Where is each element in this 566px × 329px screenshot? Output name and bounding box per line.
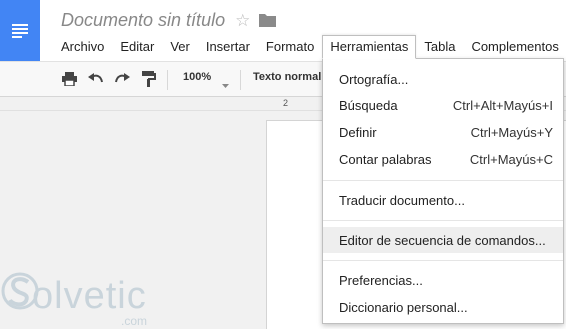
menu-item-label: Editor de secuencia de comandos... — [339, 232, 546, 248]
menu-item-label: Búsqueda — [339, 97, 398, 113]
menu-item-shortcut: Ctrl+Mayús+Y — [470, 124, 553, 140]
watermark-suffix: .com — [121, 314, 148, 328]
docs-icon — [12, 23, 28, 38]
paragraph-style-select[interactable]: Texto normal — [253, 71, 321, 83]
star-icon[interactable]: ☆ — [235, 12, 250, 29]
menu-item-translate[interactable]: Traducir documento... — [323, 187, 563, 213]
menu-ver[interactable]: Ver — [162, 35, 198, 59]
menu-item-spelling[interactable]: Ortografía... — [323, 66, 563, 92]
menu-formato[interactable]: Formato — [258, 35, 322, 59]
menu-item-label: Traducir documento... — [339, 192, 465, 208]
watermark-text: olvetic — [32, 275, 147, 317]
menu-tabla[interactable]: Tabla — [416, 35, 463, 59]
menu-item-preferences[interactable]: Preferencias... — [323, 267, 563, 293]
menu-item-research[interactable]: Búsqueda Ctrl+Alt+Mayús+I — [323, 92, 563, 118]
menu-editar[interactable]: Editar — [112, 35, 162, 59]
menu-item-label: Ortografía... — [339, 71, 409, 87]
menu-item-shortcut: Ctrl+Mayús+C — [469, 151, 553, 167]
undo-icon[interactable] — [87, 70, 105, 88]
zoom-select[interactable]: 100% — [183, 71, 211, 83]
paint-format-icon[interactable] — [140, 70, 158, 88]
menu-separator — [323, 220, 563, 221]
menu-item-shortcut: Ctrl+Alt+Mayús+I — [452, 97, 553, 113]
menu-herramientas[interactable]: Herramientas — [322, 35, 417, 59]
watermark-logo: olvetic .com — [0, 262, 170, 329]
menu-separator — [323, 180, 563, 181]
menu-item-label: Contar palabras — [339, 151, 432, 167]
title-row: Documento sin título ☆ — [61, 8, 277, 32]
chevron-down-icon[interactable] — [222, 75, 229, 93]
menu-insertar[interactable]: Insertar — [198, 35, 258, 59]
menu-item-label: Diccionario personal... — [339, 299, 468, 315]
menu-item-label: Definir — [339, 124, 377, 140]
toolbar-separator — [167, 70, 168, 90]
menu-item-personal-dictionary[interactable]: Diccionario personal... — [323, 294, 563, 320]
menu-item-word-count[interactable]: Contar palabras Ctrl+Mayús+C — [323, 146, 563, 172]
toolbar-separator — [240, 70, 241, 90]
print-icon[interactable] — [60, 70, 78, 88]
menu-item-label: Preferencias... — [339, 272, 423, 288]
menu-complementos[interactable]: Complementos — [463, 35, 566, 59]
menu-item-script-editor[interactable]: Editor de secuencia de comandos... — [323, 227, 563, 253]
redo-icon[interactable] — [113, 70, 131, 88]
menu-archivo[interactable]: Archivo — [53, 35, 112, 59]
docs-logo[interactable] — [0, 0, 40, 61]
ruler-marker: 2 — [283, 98, 289, 108]
header: Documento sin título ☆ Archivo Editar Ve… — [40, 0, 566, 61]
document-title[interactable]: Documento sin título — [61, 10, 225, 31]
tools-menu-dropdown: Ortografía... Búsqueda Ctrl+Alt+Mayús+I … — [322, 58, 564, 324]
menu-item-define[interactable]: Definir Ctrl+Mayús+Y — [323, 119, 563, 145]
folder-icon[interactable] — [259, 13, 277, 27]
menu-separator — [323, 260, 563, 261]
menubar: Archivo Editar Ver Insertar Formato Herr… — [53, 35, 566, 59]
